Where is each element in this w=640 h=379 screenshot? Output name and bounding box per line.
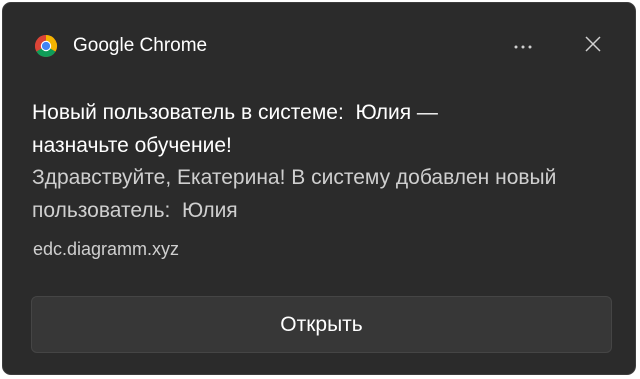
more-options-button[interactable] (501, 27, 545, 65)
notification-title: Новый пользователь в системе: Юлия — наз… (32, 101, 444, 157)
notification-toast[interactable]: Google Chrome Новый пользователь в систе… (2, 2, 636, 375)
more-horizontal-icon (513, 37, 533, 55)
chrome-icon (34, 34, 58, 58)
open-button[interactable]: Открыть (31, 296, 612, 353)
notification-header: Google Chrome (3, 3, 635, 83)
notification-source: edc.diagramm.xyz (33, 239, 180, 259)
close-icon (585, 35, 601, 57)
close-button[interactable] (571, 27, 615, 65)
app-name: Google Chrome (73, 35, 208, 56)
notification-message: Здравствуйте, Екатерина! В систему добав… (32, 166, 563, 222)
